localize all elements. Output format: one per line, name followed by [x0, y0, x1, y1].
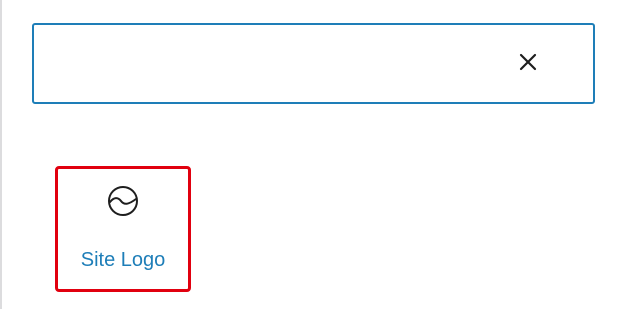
block-search-box[interactable] [32, 23, 595, 104]
panel-left-divider [0, 0, 2, 309]
clear-search-button[interactable] [508, 44, 548, 84]
block-search-input[interactable] [48, 39, 492, 90]
block-item-label: Site Logo [80, 249, 166, 271]
block-item-site-logo[interactable]: Site Logo [55, 166, 191, 292]
close-icon [517, 51, 539, 78]
site-logo-icon [105, 183, 141, 219]
